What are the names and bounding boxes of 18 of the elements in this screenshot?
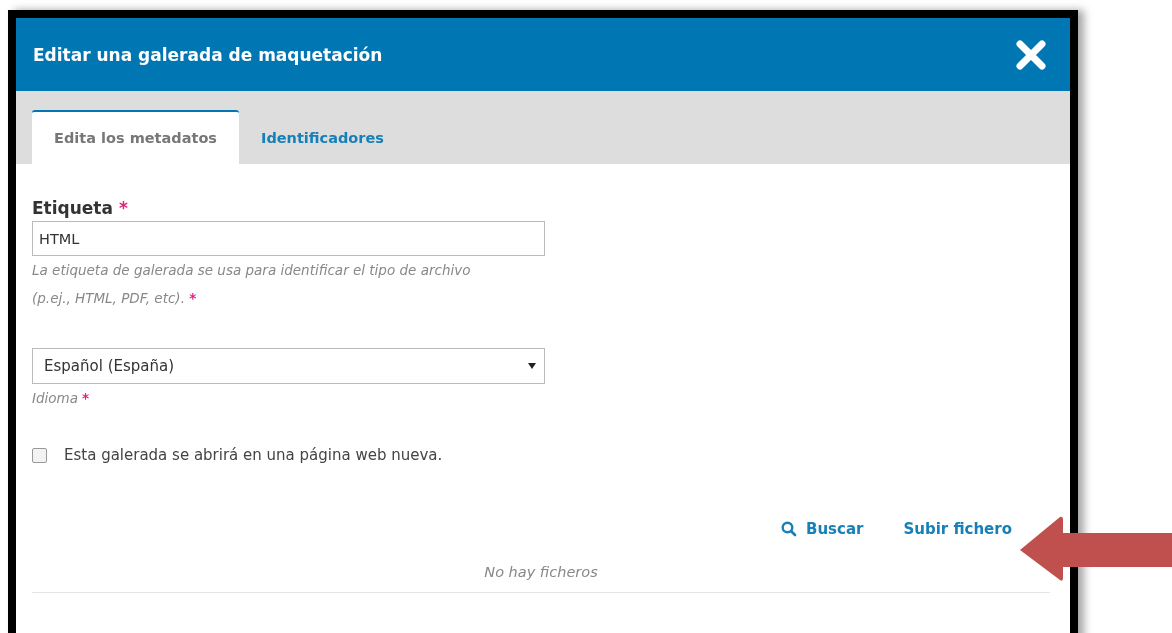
required-mark: * [118, 198, 128, 218]
checkbox[interactable] [32, 447, 47, 463]
dialog-title: Editar una galerada de maquetación [33, 44, 383, 65]
checkbox-label: Esta galerada se abrirá en una página web nueva. [64, 446, 443, 464]
caret-icon [528, 363, 536, 369]
empty-message: No hay ficheros [483, 564, 599, 580]
upload-link[interactable]: Subir fichero [903, 520, 1012, 538]
tab[interactable]: Edita los metadatos [32, 110, 239, 164]
tab[interactable]: Identificadores [239, 110, 406, 164]
search-link[interactable]: Buscar [781, 520, 864, 538]
input-field[interactable]: HTML [32, 221, 545, 256]
field-label: Etiqueta [32, 198, 113, 218]
close-icon[interactable] [1016, 39, 1046, 70]
language-select[interactable]: Español (España) [32, 348, 545, 384]
search-icon [781, 521, 797, 537]
required-mark: * [82, 390, 90, 406]
help-text: Idioma [32, 390, 78, 406]
help-text: La etiqueta de galerada se usa para identificar el tipo de archivo (p.ej., HTML, PDF, etc). * [32, 261, 472, 308]
